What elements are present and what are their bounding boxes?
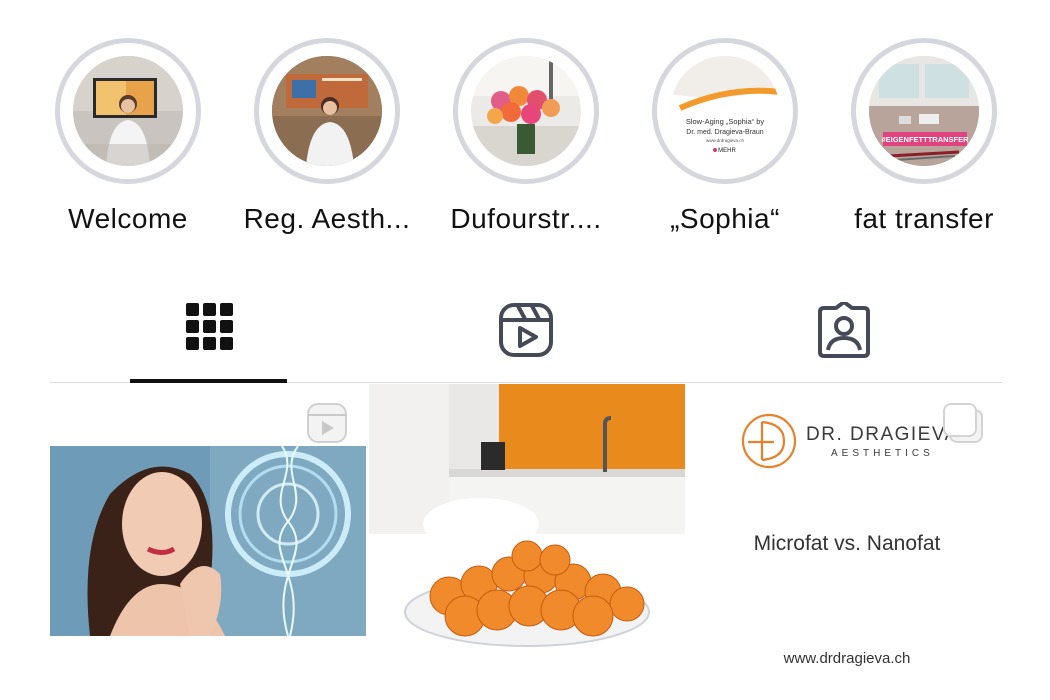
reel-badge-icon <box>306 402 348 449</box>
highlight-cover-reg-aesth <box>272 56 382 166</box>
highlight-label: Welcome <box>68 203 188 234</box>
carousel-badge-icon <box>940 400 988 453</box>
post-url: www.drdragieva.ch <box>783 650 911 667</box>
highlight-cover-welcome <box>73 56 183 166</box>
svg-text:www.drdragieva.ch: www.drdragieva.ch <box>706 138 745 143</box>
post-carousel[interactable]: DR. DRAGIEVA AESTHETICS Microfat vs. Nan… <box>688 384 1006 700</box>
highlight-cover-sophia: Slow-Aging „Sophia“ by Dr. med. Dragieva… <box>670 56 780 166</box>
post-title: Microfat vs. Nanofat <box>753 532 941 555</box>
highlight-cover-fat-transfer: #EIGENFETTTRANSFER <box>869 56 979 166</box>
highlight-ring <box>453 38 599 184</box>
highlight-ring <box>254 38 400 184</box>
brand-logo: DR. DRAGIEVA AESTHETICS <box>740 412 959 470</box>
grid-icon <box>186 303 233 350</box>
tagged-icon <box>818 302 870 358</box>
highlight-ring <box>55 38 201 184</box>
post-reel[interactable] <box>50 384 366 700</box>
highlight-ring: #EIGENFETTTRANSFER <box>851 38 997 184</box>
tab-reels[interactable] <box>446 290 606 382</box>
highlight-cover-roses <box>471 56 581 166</box>
svg-text:Dr. med. Dragieva-Braun: Dr. med. Dragieva-Braun <box>686 129 764 136</box>
post-photo[interactable] <box>369 384 685 700</box>
apricots-bowl-image <box>369 384 685 700</box>
highlight-label: Reg. Aesth... <box>243 203 411 234</box>
svg-text:#EIGENFETTTRANSFER: #EIGENFETTTRANSFER <box>881 135 969 144</box>
svg-text:Slow-Aging „Sophia“ by: Slow-Aging „Sophia“ by <box>686 117 765 126</box>
tab-posts[interactable] <box>130 290 290 383</box>
profile-tabs <box>50 290 1002 383</box>
brand-logo-mark-icon <box>741 413 797 469</box>
reels-icon <box>499 303 553 357</box>
tab-tagged[interactable] <box>764 290 924 382</box>
highlight-label: fat transfer <box>854 203 994 234</box>
posts-grid: DR. DRAGIEVA AESTHETICS Microfat vs. Nan… <box>50 384 1006 700</box>
highlight-ring: Slow-Aging „Sophia“ by Dr. med. Dragieva… <box>652 38 798 184</box>
svg-text:MEHR: MEHR <box>718 148 736 154</box>
highlight-label: „Sophia“ <box>670 203 780 234</box>
story-highlights: Welcome Reg. Aesth... Dufourstr.... Slow… <box>0 0 1050 245</box>
highlight-label: Dufourstr.... <box>450 203 602 234</box>
brand-name: DR. DRAGIEVA <box>806 423 959 445</box>
brand-subtitle: AESTHETICS <box>830 447 934 459</box>
